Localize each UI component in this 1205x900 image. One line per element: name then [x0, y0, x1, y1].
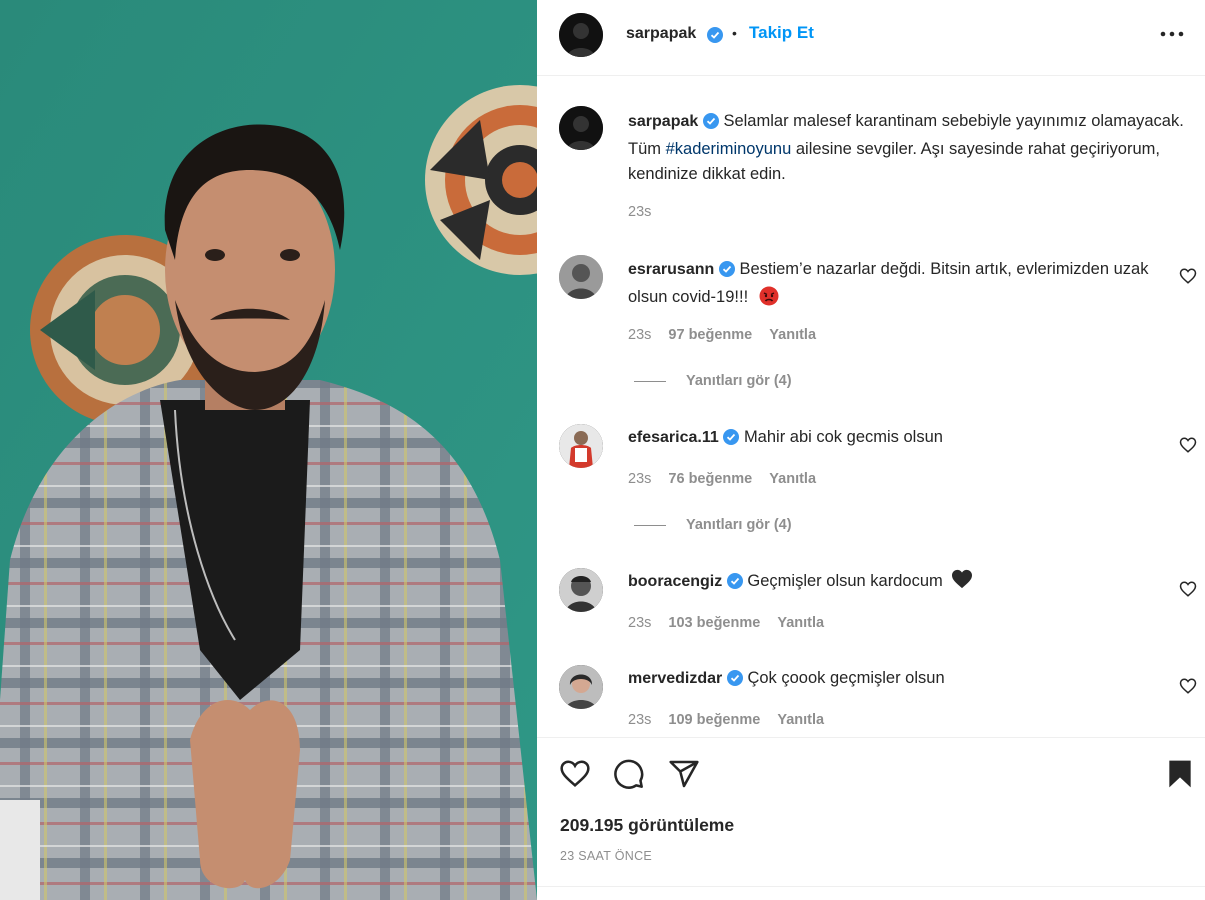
comment-like-heart-icon[interactable]: [1179, 677, 1197, 695]
verified-badge-icon: [723, 428, 740, 453]
comment-text: booracengiz Geçmişler olsun kardocum: [628, 569, 1173, 597]
caption-username[interactable]: sarpapak: [628, 113, 698, 130]
comment-likes[interactable]: 109 beğenme: [668, 712, 760, 728]
comment-username[interactable]: efesarica.11: [628, 429, 719, 446]
comment-body: Çok çoook geçmişler olsun: [747, 669, 945, 687]
bookmark-icon[interactable]: [1164, 758, 1196, 790]
comment-likes[interactable]: 76 beğenme: [668, 471, 752, 487]
comment-time[interactable]: 23s: [628, 471, 651, 487]
post-timestamp[interactable]: 23 SAAT ÖNCE: [560, 849, 652, 863]
comment-item: efesarica.11 Mahir abi cok gecmis olsun …: [537, 424, 1205, 544]
post-panel: sarpapak • Takip Et sarpapak Selamlar ma…: [537, 0, 1205, 900]
comment-item: esrarusann Bestiem’e nazarlar değdi. Bit…: [537, 255, 1205, 395]
reply-button[interactable]: Yanıtla: [777, 615, 824, 631]
post-actions: 209.195 görüntüleme 23 SAAT ÖNCE: [537, 737, 1205, 900]
verified-badge-icon: [718, 260, 735, 285]
author-username[interactable]: sarpapak: [626, 25, 696, 43]
comment-meta: 23s 76 beğenme Yanıtla: [628, 471, 829, 487]
black-heart-icon: [951, 569, 973, 597]
comment-username[interactable]: booracengiz: [628, 573, 722, 590]
comment-body: Mahir abi cok gecmis olsun: [743, 428, 943, 446]
comment-avatar[interactable]: [559, 568, 603, 612]
verified-badge-icon: [726, 669, 743, 694]
verified-badge-icon: [702, 112, 719, 137]
caption-time[interactable]: 23s: [628, 204, 651, 220]
comment-like-heart-icon[interactable]: [1179, 580, 1197, 598]
reply-button[interactable]: Yanıtla: [769, 471, 816, 487]
comment-username[interactable]: mervedizdar: [628, 670, 722, 687]
comment-likes[interactable]: 103 beğenme: [668, 615, 760, 631]
author-avatar[interactable]: [559, 13, 603, 57]
author-avatar-caption[interactable]: [559, 106, 603, 150]
hashtag-link[interactable]: #kaderiminoyunu: [666, 140, 792, 158]
view-replies-label: Yanıtları gör (4): [686, 373, 792, 389]
comment-time[interactable]: 23s: [628, 712, 651, 728]
view-replies-label: Yanıtları gör (4): [686, 517, 792, 533]
reply-button[interactable]: Yanıtla: [769, 327, 816, 343]
replies-divider-line: [634, 524, 666, 526]
view-replies-button[interactable]: Yanıtları gör (4): [634, 517, 792, 533]
divider: [537, 886, 1205, 887]
caption-meta: 23s: [628, 204, 664, 220]
comment-icon[interactable]: [613, 758, 645, 790]
comment-text: efesarica.11 Mahir abi cok gecmis olsun: [628, 425, 1173, 453]
header-separator: •: [732, 25, 737, 41]
comment-meta: 23s 103 beğenme Yanıtla: [628, 615, 837, 631]
comment-avatar[interactable]: [559, 665, 603, 709]
verified-badge-icon: [726, 572, 743, 597]
comment-like-heart-icon[interactable]: [1179, 436, 1197, 454]
caption-text: sarpapak Selamlar malesef karantinam seb…: [628, 109, 1198, 187]
comment-username[interactable]: esrarusann: [628, 261, 714, 278]
comment-text: mervedizdar Çok çoook geçmişler olsun: [628, 666, 1173, 694]
comment-meta: 23s 97 beğenme Yanıtla: [628, 327, 829, 343]
post-caption: sarpapak Selamlar malesef karantinam seb…: [537, 104, 1205, 224]
comment-avatar[interactable]: [559, 424, 603, 468]
comment-meta: 23s 109 beğenme Yanıtla: [628, 712, 837, 728]
heart-icon[interactable]: [559, 758, 591, 790]
share-icon[interactable]: [668, 758, 700, 790]
post-header: sarpapak • Takip Et: [537, 0, 1205, 76]
comment-item: booracengiz Geçmişler olsun kardocum 23s…: [537, 568, 1205, 648]
follow-button[interactable]: Takip Et: [749, 23, 814, 43]
replies-divider-line: [634, 380, 666, 382]
verified-badge-icon: [707, 27, 723, 48]
post-photo[interactable]: [0, 0, 537, 900]
reply-button[interactable]: Yanıtla: [777, 712, 824, 728]
view-replies-button[interactable]: Yanıtları gör (4): [634, 373, 792, 389]
more-options-icon[interactable]: [1159, 24, 1185, 44]
post-image: [0, 0, 537, 900]
comment-like-heart-icon[interactable]: [1179, 267, 1197, 285]
view-count[interactable]: 209.195 görüntüleme: [560, 815, 734, 836]
comment-text: esrarusann Bestiem’e nazarlar değdi. Bit…: [628, 257, 1173, 314]
comment-avatar[interactable]: [559, 255, 603, 299]
angry-face-icon: [759, 286, 779, 314]
comment-item: mervedizdar Çok çoook geçmişler olsun 23…: [537, 665, 1205, 735]
comment-likes[interactable]: 97 beğenme: [668, 327, 752, 343]
comment-time[interactable]: 23s: [628, 327, 651, 343]
comment-body: Geçmişler olsun kardocum: [747, 572, 943, 590]
comment-time[interactable]: 23s: [628, 615, 651, 631]
